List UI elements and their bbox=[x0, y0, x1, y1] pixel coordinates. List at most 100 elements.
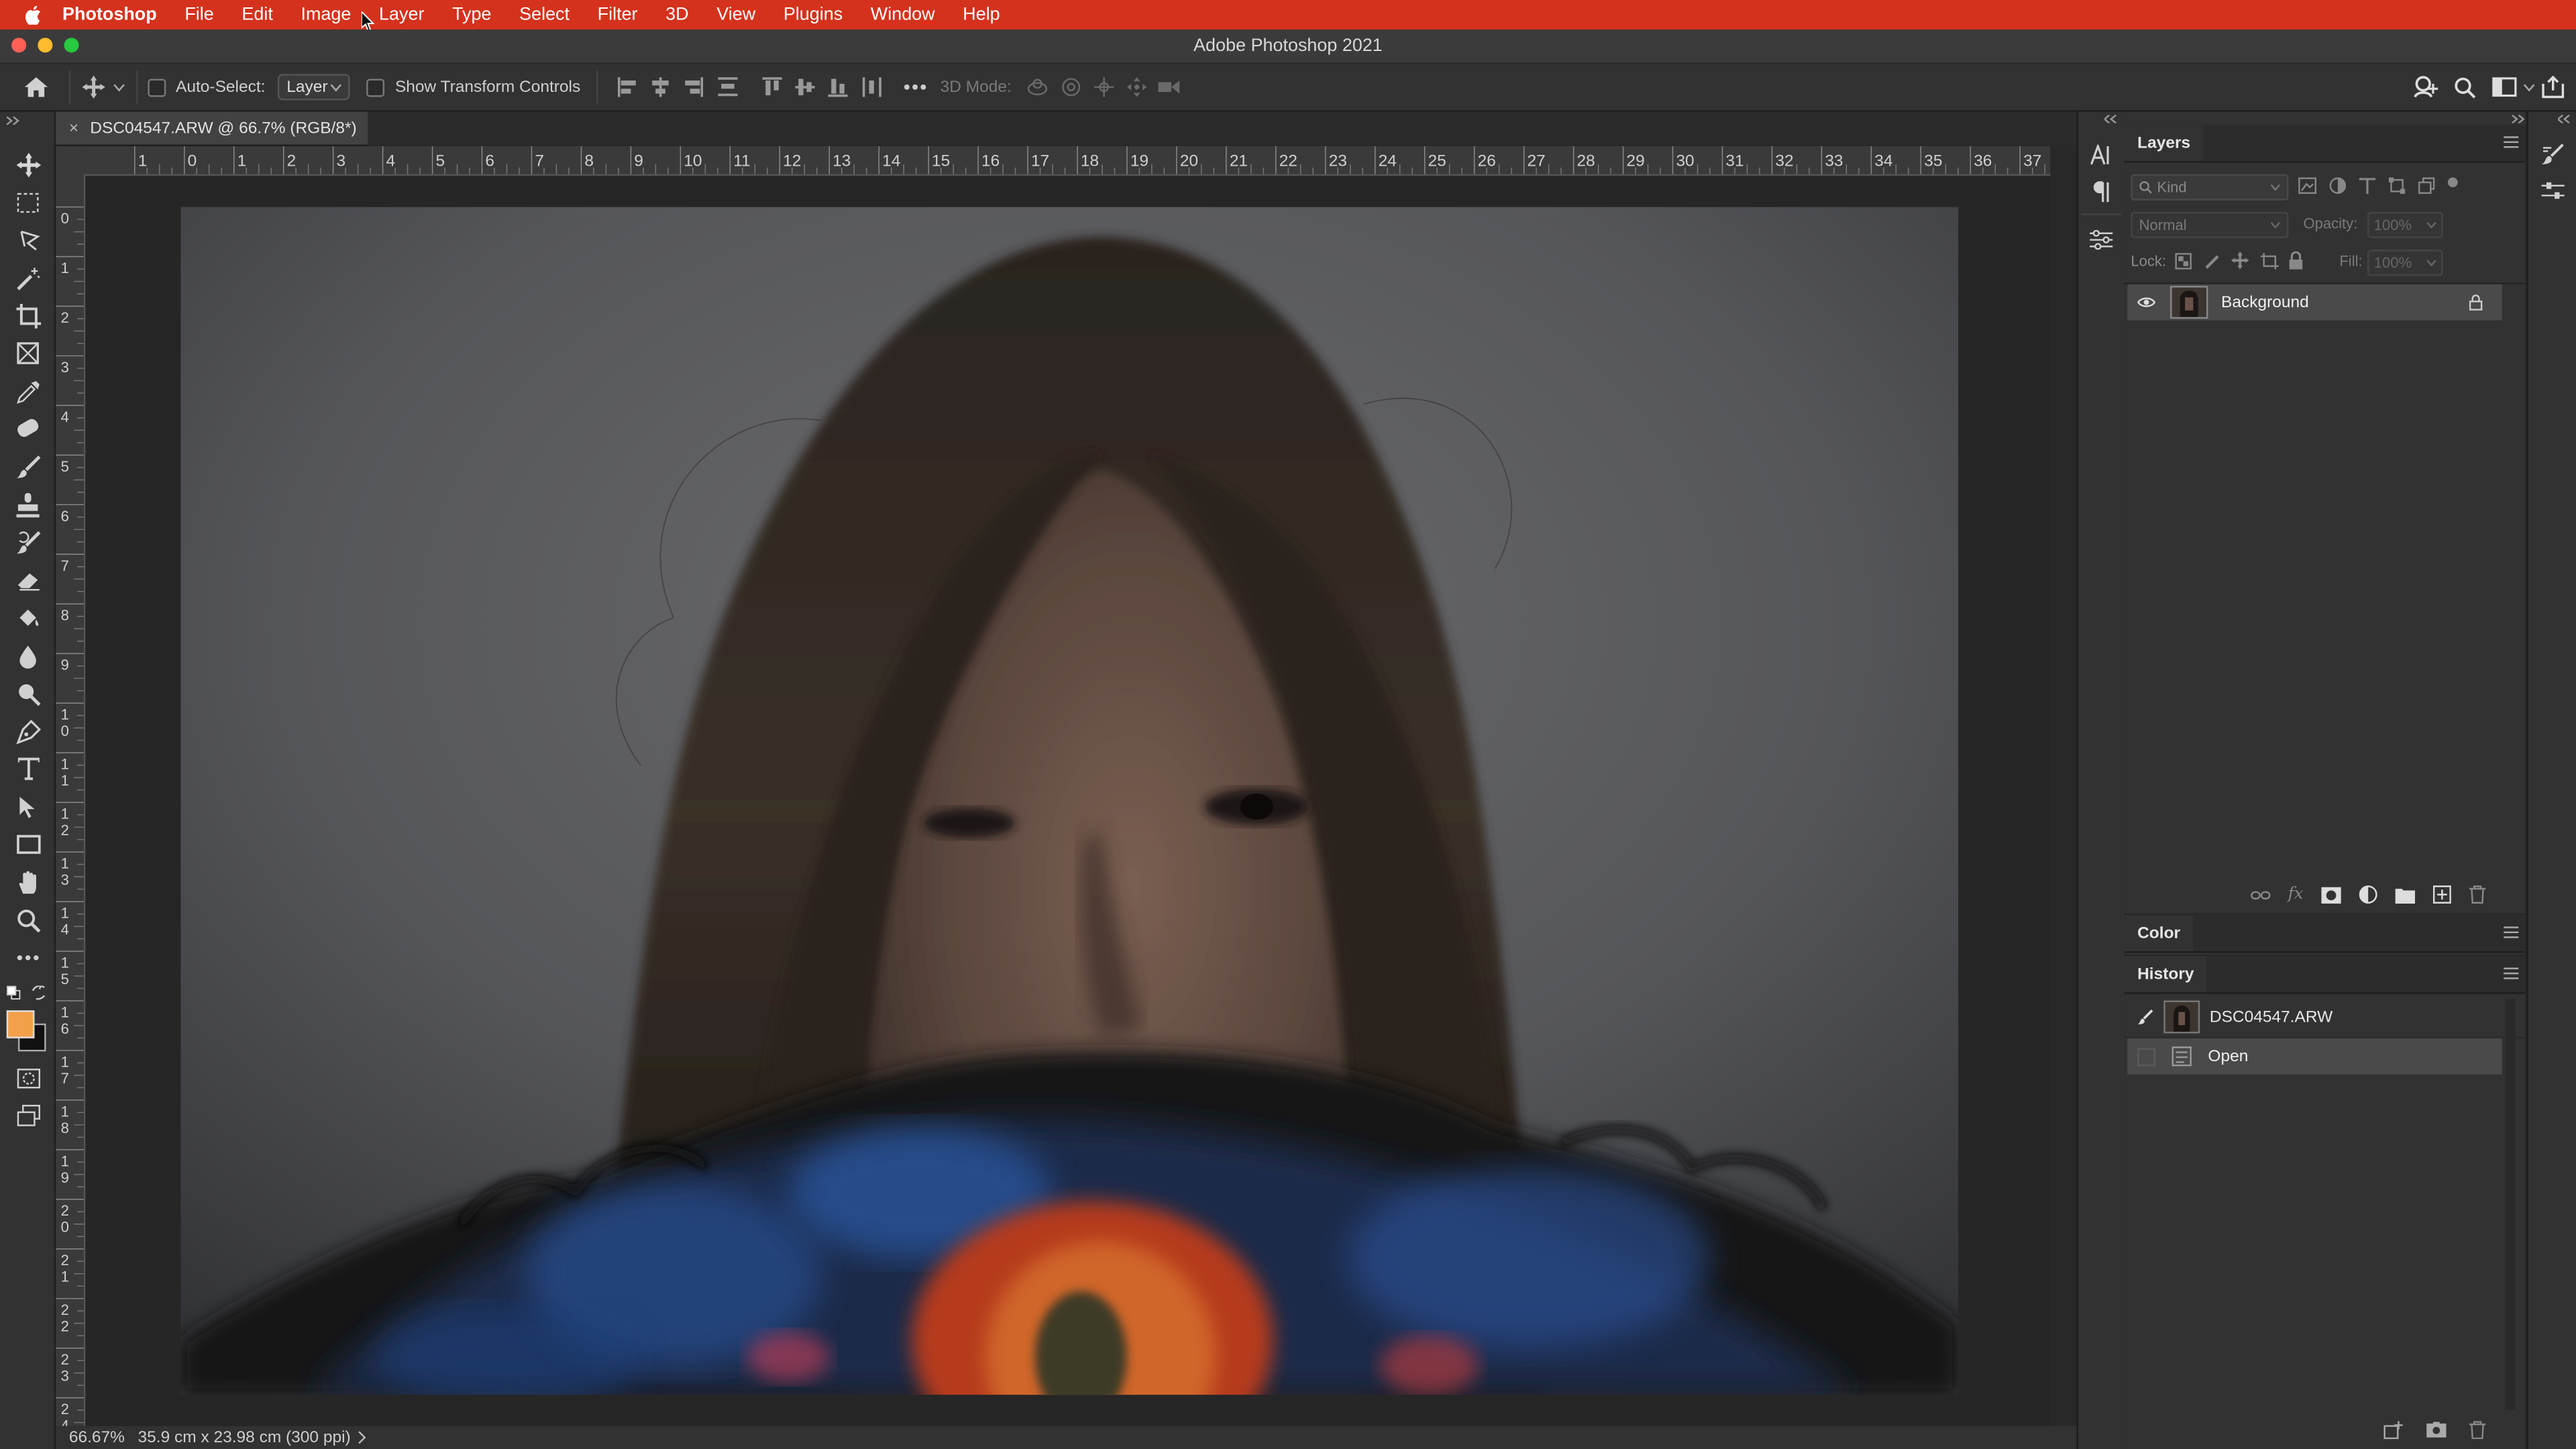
panel-menu-icon[interactable] bbox=[2504, 967, 2519, 982]
filter-smart-object-icon[interactable] bbox=[2418, 177, 2435, 199]
align-left-icon[interactable] bbox=[612, 77, 645, 97]
align-center-icon[interactable] bbox=[645, 77, 678, 97]
crop-tool-icon[interactable] bbox=[10, 299, 46, 332]
history-state-row[interactable]: Open bbox=[2127, 1038, 2502, 1075]
lock-image-icon[interactable] bbox=[2205, 253, 2221, 274]
document-tab[interactable]: × DSC04547.ARW @ 66.7% (RGB/8*) bbox=[56, 111, 368, 146]
rectangle-tool-icon[interactable] bbox=[10, 828, 46, 861]
photo-canvas[interactable] bbox=[180, 207, 1959, 1395]
marquee-tool-icon[interactable] bbox=[10, 186, 46, 219]
history-brush-tool-icon[interactable] bbox=[10, 526, 46, 559]
paint-bucket-tool-icon[interactable] bbox=[10, 601, 46, 634]
lock-all-icon[interactable] bbox=[2288, 251, 2303, 274]
foreground-color-swatch[interactable] bbox=[6, 1010, 35, 1038]
menu-image[interactable]: Image bbox=[301, 5, 352, 24]
close-tab-icon[interactable]: × bbox=[69, 119, 78, 138]
link-layers-icon[interactable] bbox=[2250, 888, 2270, 902]
move-tool-icon[interactable] bbox=[10, 148, 46, 180]
adjustments-panel-icon[interactable] bbox=[2540, 177, 2566, 203]
dodge-tool-icon[interactable] bbox=[10, 677, 46, 710]
fx-icon[interactable]: fx bbox=[2288, 885, 2304, 904]
history-snapshot-row[interactable]: DSC04547.ARW bbox=[2127, 999, 2502, 1035]
panel-menu-icon[interactable] bbox=[2504, 926, 2519, 941]
3d-pan-icon[interactable] bbox=[1087, 77, 1120, 97]
filter-pixel-icon[interactable] bbox=[2298, 177, 2317, 199]
filter-toggle-icon[interactable] bbox=[2447, 177, 2458, 188]
healing-brush-tool-icon[interactable] bbox=[10, 413, 46, 445]
distribute-vertical-icon[interactable] bbox=[855, 77, 891, 97]
frame-tool-icon[interactable] bbox=[10, 337, 46, 370]
collapse-arrows-icon[interactable] bbox=[2558, 115, 2571, 123]
menu-view[interactable]: View bbox=[716, 5, 755, 24]
align-right-icon[interactable] bbox=[678, 77, 710, 97]
clone-stamp-tool-icon[interactable] bbox=[10, 488, 46, 521]
panel-menu-icon[interactable] bbox=[2504, 136, 2519, 151]
3d-camera-icon[interactable] bbox=[1152, 79, 1185, 95]
filter-shape-icon[interactable] bbox=[2388, 177, 2406, 199]
layers-tab[interactable]: Layers bbox=[2124, 125, 2204, 161]
apple-icon[interactable] bbox=[23, 5, 42, 25]
brush-settings-icon[interactable] bbox=[2540, 142, 2566, 168]
align-top-icon[interactable] bbox=[756, 77, 789, 97]
chevron-right-icon[interactable] bbox=[359, 1431, 367, 1444]
distribute-icon[interactable] bbox=[710, 77, 747, 97]
menu-layer[interactable]: Layer bbox=[379, 5, 424, 24]
new-document-from-state-icon[interactable] bbox=[2383, 1420, 2403, 1439]
align-bottom-icon[interactable] bbox=[822, 77, 855, 97]
paragraph-panel-icon[interactable] bbox=[2088, 177, 2114, 203]
hand-tool-icon[interactable] bbox=[10, 866, 46, 899]
collapse-arrows-icon[interactable] bbox=[6, 116, 20, 125]
zoom-tool-icon[interactable] bbox=[10, 904, 46, 936]
magic-wand-tool-icon[interactable] bbox=[10, 261, 46, 294]
lasso-tool-icon[interactable] bbox=[10, 223, 46, 256]
filter-type-icon[interactable] bbox=[2359, 177, 2376, 199]
chevron-down-icon[interactable] bbox=[110, 83, 126, 91]
properties-panel-icon[interactable] bbox=[2088, 227, 2114, 253]
history-scrollbar[interactable] bbox=[2505, 998, 2516, 1410]
chevron-down-icon[interactable] bbox=[2520, 83, 2536, 91]
quick-mask-icon[interactable] bbox=[10, 1061, 46, 1094]
canvas-area[interactable] bbox=[85, 176, 2051, 1426]
layer-row[interactable]: Background bbox=[2127, 284, 2502, 321]
history-brush-checkbox[interactable] bbox=[2137, 1047, 2156, 1066]
layer-filter-kind-dropdown[interactable]: Kind bbox=[2131, 174, 2289, 201]
add-mask-icon[interactable] bbox=[2321, 886, 2341, 903]
opacity-field[interactable]: 100% bbox=[2367, 211, 2443, 239]
history-tab[interactable]: History bbox=[2124, 956, 2208, 993]
history-brush-source-icon[interactable] bbox=[2137, 1009, 2153, 1025]
fill-field[interactable]: 100% bbox=[2367, 250, 2443, 276]
color-tab[interactable]: Color bbox=[2124, 915, 2194, 951]
3d-slide-icon[interactable] bbox=[1120, 77, 1152, 97]
menu-type[interactable]: Type bbox=[452, 5, 491, 24]
share-export-icon[interactable] bbox=[2536, 75, 2569, 99]
lock-artboard-icon[interactable] bbox=[2260, 253, 2279, 274]
eraser-tool-icon[interactable] bbox=[10, 564, 46, 596]
menu-select[interactable]: Select bbox=[519, 5, 570, 24]
more-tools-icon[interactable] bbox=[10, 941, 46, 974]
3d-orbit-icon[interactable] bbox=[1021, 77, 1054, 97]
new-layer-icon[interactable] bbox=[2432, 885, 2451, 904]
menu-file[interactable]: File bbox=[184, 5, 213, 24]
auto-select-checkbox[interactable] bbox=[148, 78, 166, 97]
blur-tool-icon[interactable] bbox=[10, 639, 46, 672]
pen-tool-icon[interactable] bbox=[10, 714, 46, 747]
align-middle-icon[interactable] bbox=[789, 77, 822, 97]
brush-tool-icon[interactable] bbox=[10, 450, 46, 483]
auto-select-target-dropdown[interactable]: Layer bbox=[278, 74, 351, 101]
search-icon[interactable] bbox=[2448, 76, 2481, 98]
camera-snapshot-icon[interactable] bbox=[2426, 1421, 2447, 1438]
default-colors-icon[interactable] bbox=[7, 985, 21, 1000]
layer-name[interactable]: Background bbox=[2221, 293, 2309, 311]
menu-app-name[interactable]: Photoshop bbox=[62, 5, 157, 24]
workspace-icon[interactable] bbox=[2487, 77, 2520, 97]
menu-plugins[interactable]: Plugins bbox=[784, 5, 843, 24]
move-tool-icon[interactable] bbox=[80, 75, 107, 99]
show-transform-controls-checkbox[interactable] bbox=[367, 78, 386, 97]
share-users-icon[interactable] bbox=[2408, 76, 2441, 99]
eye-visibility-icon[interactable] bbox=[2137, 296, 2156, 309]
menu-3d[interactable]: 3D bbox=[665, 5, 688, 24]
more-options-icon[interactable] bbox=[898, 84, 934, 91]
character-panel-icon[interactable] bbox=[2088, 142, 2114, 168]
new-group-icon[interactable] bbox=[2395, 886, 2415, 903]
menu-help[interactable]: Help bbox=[963, 5, 1000, 24]
